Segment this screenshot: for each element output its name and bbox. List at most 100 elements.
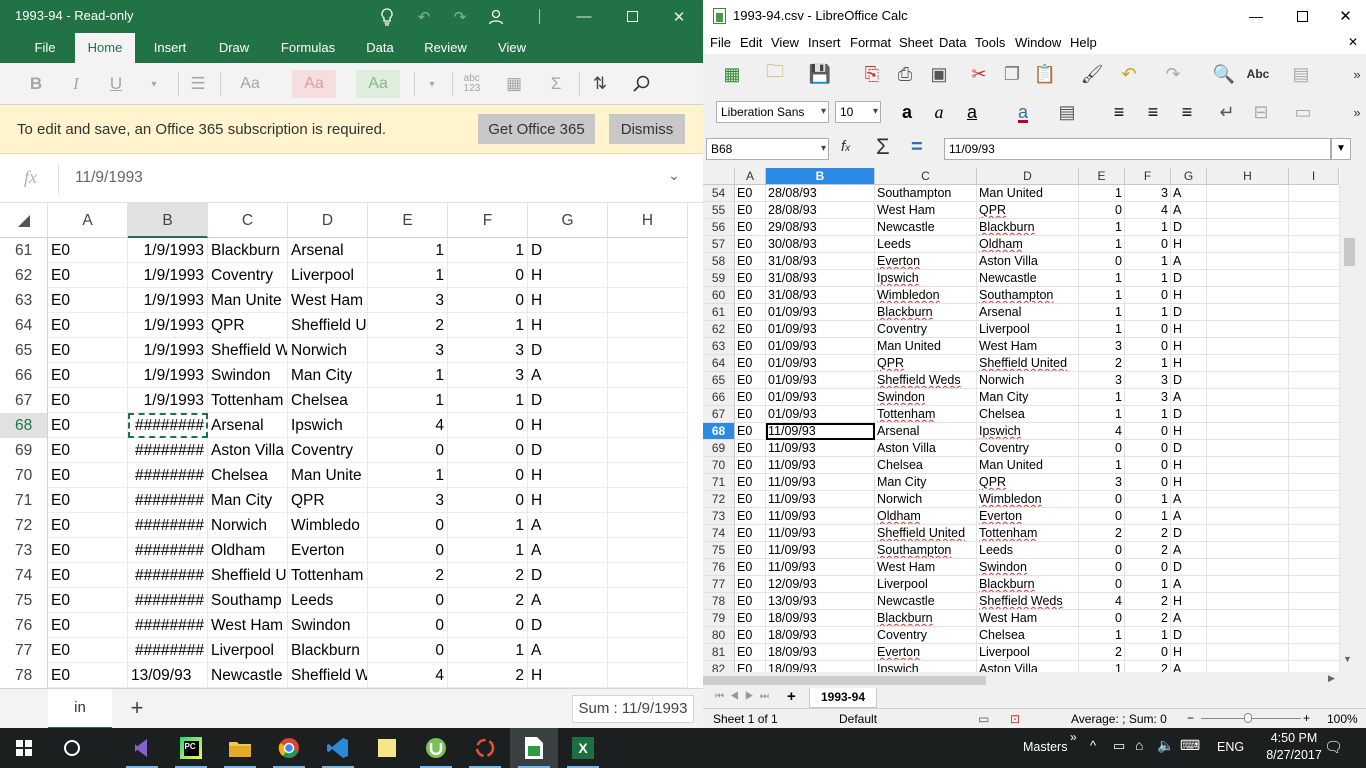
underline-dropdown-icon[interactable]: ▾ bbox=[144, 70, 164, 98]
row-header[interactable]: 76 bbox=[0, 613, 48, 638]
volume-icon[interactable]: 🔈 bbox=[1157, 737, 1174, 754]
table-cell[interactable]: Man Unite bbox=[208, 288, 288, 313]
table-cell[interactable]: Norwich bbox=[208, 513, 288, 538]
row-header[interactable]: 63 bbox=[703, 338, 735, 355]
table-cell[interactable]: Aston Villa bbox=[208, 438, 288, 463]
table-cell[interactable]: 3 bbox=[1079, 474, 1125, 491]
table-cell[interactable]: E0 bbox=[735, 525, 766, 542]
table-cell[interactable]: D bbox=[1171, 304, 1207, 321]
table-cell[interactable] bbox=[1289, 185, 1340, 202]
table-cell[interactable]: Coventry bbox=[875, 627, 977, 644]
visual-studio-icon[interactable] bbox=[118, 728, 166, 768]
table-cell[interactable]: Sheffield W bbox=[208, 338, 288, 363]
table-cell[interactable]: D bbox=[528, 438, 608, 463]
tab-data[interactable]: Data bbox=[359, 33, 401, 63]
table-cell[interactable]: 18/09/93 bbox=[766, 627, 875, 644]
table-cell[interactable]: H bbox=[528, 413, 608, 438]
table-cell[interactable]: E0 bbox=[735, 593, 766, 610]
close-icon[interactable]: ✕ bbox=[662, 0, 696, 33]
language-indicator[interactable]: ENG bbox=[1217, 740, 1244, 754]
row-header[interactable]: 61 bbox=[703, 304, 735, 321]
table-cell[interactable]: E0 bbox=[735, 321, 766, 338]
table-cell[interactable]: 1/9/1993 bbox=[128, 313, 208, 338]
table-cell[interactable]: D bbox=[1171, 372, 1207, 389]
table-cell[interactable]: 1 bbox=[368, 363, 448, 388]
table-cell[interactable]: 1 bbox=[1079, 321, 1125, 338]
table-cell[interactable] bbox=[1289, 491, 1340, 508]
table-cell[interactable]: E0 bbox=[48, 338, 128, 363]
table-cell[interactable]: E0 bbox=[48, 288, 128, 313]
table-cell[interactable] bbox=[1207, 304, 1289, 321]
table-cell[interactable]: 2 bbox=[368, 563, 448, 588]
row-header[interactable]: 69 bbox=[0, 438, 48, 463]
excel-grid[interactable]: A B C D E F G H 61 E0 1/9/1993 Blackburn Ars… bbox=[0, 203, 703, 688]
table-cell[interactable]: Sheffield U bbox=[288, 313, 368, 338]
table-cell[interactable] bbox=[1289, 321, 1340, 338]
table-cell[interactable] bbox=[1207, 185, 1289, 202]
table-cell[interactable]: 3 bbox=[1079, 338, 1125, 355]
table-cell[interactable] bbox=[608, 238, 688, 263]
table-cell[interactable] bbox=[1207, 372, 1289, 389]
row-header[interactable]: 76 bbox=[703, 559, 735, 576]
row-header[interactable]: 77 bbox=[0, 638, 48, 663]
table-cell[interactable]: E0 bbox=[48, 263, 128, 288]
row-header[interactable]: 77 bbox=[703, 576, 735, 593]
row-header[interactable]: 68 bbox=[703, 423, 735, 440]
table-cell[interactable] bbox=[1207, 253, 1289, 270]
table-cell[interactable]: Chelsea bbox=[208, 463, 288, 488]
table-cell[interactable]: ######## bbox=[128, 513, 208, 538]
table-cell[interactable]: E0 bbox=[735, 270, 766, 287]
table-cell[interactable] bbox=[1207, 576, 1289, 593]
get-office-button[interactable]: Get Office 365 bbox=[478, 114, 595, 144]
sheet-nav-icons[interactable]: ⏮◀▶⏭ bbox=[715, 691, 775, 702]
table-cell[interactable]: E0 bbox=[735, 253, 766, 270]
bold-icon[interactable]: a bbox=[893, 95, 921, 129]
vertical-scrollbar[interactable]: ▼ bbox=[1340, 168, 1366, 672]
table-cell[interactable] bbox=[1289, 542, 1340, 559]
table-cell[interactable]: 1 bbox=[1079, 406, 1125, 423]
table-cell[interactable]: Sheffield United bbox=[977, 355, 1079, 372]
table-cell[interactable]: Aston Villa bbox=[875, 440, 977, 457]
table-cell[interactable]: E0 bbox=[735, 457, 766, 474]
table-cell[interactable] bbox=[608, 563, 688, 588]
row-header[interactable]: 66 bbox=[703, 389, 735, 406]
table-cell[interactable]: A bbox=[528, 588, 608, 613]
table-cell[interactable] bbox=[608, 588, 688, 613]
table-cell[interactable]: 0 bbox=[448, 488, 528, 513]
selected-cell[interactable]: 11/09/93 bbox=[766, 423, 875, 440]
table-cell[interactable]: A bbox=[1171, 491, 1207, 508]
table-cell[interactable]: Leeds bbox=[288, 588, 368, 613]
menu-edit[interactable]: Edit bbox=[740, 35, 762, 50]
selected-cell[interactable]: ######## bbox=[128, 413, 208, 438]
table-cell[interactable] bbox=[1289, 627, 1340, 644]
row-header[interactable]: 60 bbox=[703, 287, 735, 304]
table-cell[interactable]: H bbox=[1171, 355, 1207, 372]
scroll-right-icon[interactable]: ▶ bbox=[1328, 673, 1335, 684]
table-cell[interactable]: 1/9/1993 bbox=[128, 363, 208, 388]
table-cell[interactable]: Oldham bbox=[208, 538, 288, 563]
table-cell[interactable] bbox=[608, 313, 688, 338]
name-box[interactable]: B68 ▾ bbox=[706, 138, 829, 160]
table-cell[interactable]: 28/08/93 bbox=[766, 202, 875, 219]
sticky-notes-icon[interactable] bbox=[363, 728, 411, 768]
table-cell[interactable]: A bbox=[528, 538, 608, 563]
close-document-icon[interactable]: ✕ bbox=[1348, 35, 1358, 49]
chevron-down-icon[interactable]: ▾ bbox=[821, 102, 826, 122]
table-cell[interactable]: E0 bbox=[735, 236, 766, 253]
row-header[interactable]: 71 bbox=[703, 474, 735, 491]
table-cell[interactable]: A bbox=[1171, 542, 1207, 559]
align-icon[interactable]: ☰ bbox=[184, 70, 212, 98]
table-cell[interactable] bbox=[608, 388, 688, 413]
table-cell[interactable]: 2 bbox=[1125, 525, 1171, 542]
table-cell[interactable]: E0 bbox=[735, 304, 766, 321]
table-cell[interactable]: Wimbledo bbox=[288, 513, 368, 538]
table-cell[interactable]: 0 bbox=[1079, 202, 1125, 219]
table-cell[interactable] bbox=[1289, 236, 1340, 253]
table-cell[interactable] bbox=[1207, 644, 1289, 661]
table-cell[interactable]: Everton bbox=[288, 538, 368, 563]
column-header[interactable]: G bbox=[1171, 168, 1207, 185]
row-header[interactable]: 79 bbox=[703, 610, 735, 627]
row-header[interactable]: 65 bbox=[0, 338, 48, 363]
undo-icon[interactable]: ↶ bbox=[407, 0, 441, 33]
menu-view[interactable]: View bbox=[771, 35, 799, 50]
